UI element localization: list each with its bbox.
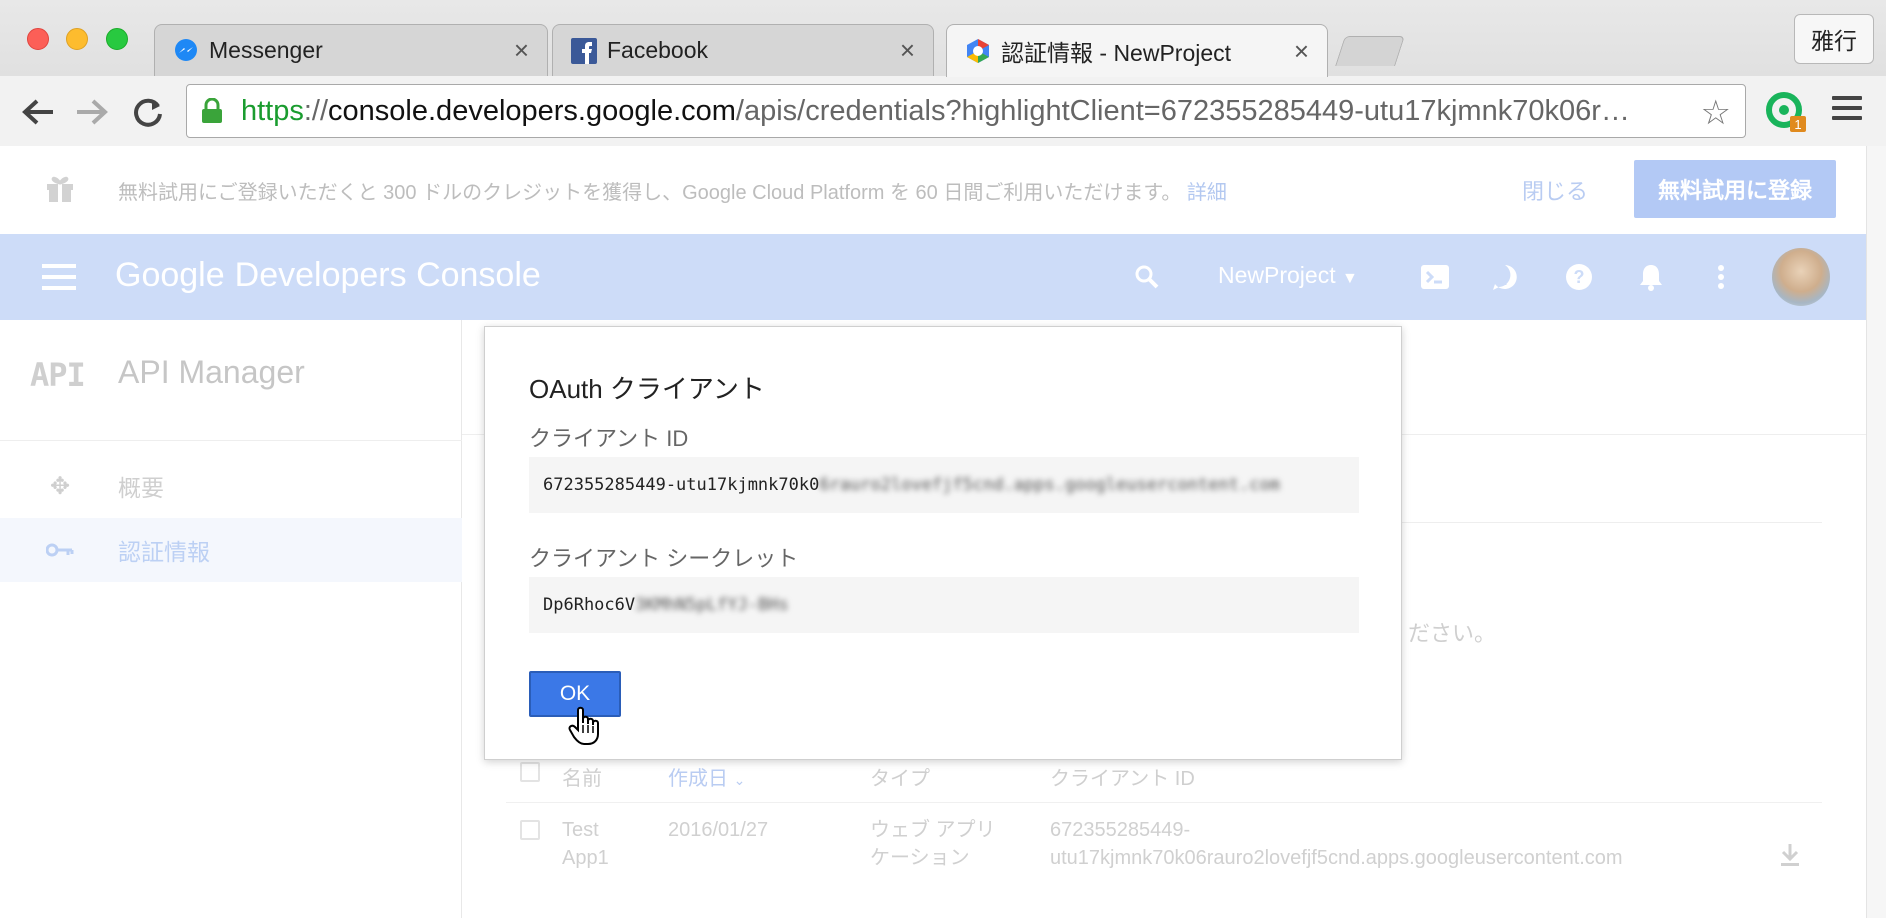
client-id-redacted: 6rauro2lovefjf5cnd.apps.googleuserconten… bbox=[819, 475, 1280, 495]
promo-text: 無料試用にご登録いただくと 300 ドルのクレジットを獲得し、Google Cl… bbox=[118, 182, 1227, 204]
client-secret-visible: Dp6Rhoc6V bbox=[543, 595, 636, 615]
table-cell-name[interactable]: Test App1 bbox=[562, 816, 609, 872]
promo-details-link[interactable]: 詳細 bbox=[1187, 182, 1227, 204]
feedback-icon[interactable] bbox=[1488, 260, 1522, 294]
tab-facebook[interactable]: Facebook × bbox=[552, 24, 934, 76]
promo-close-link[interactable]: 閉じる bbox=[1522, 174, 1588, 206]
close-tab-icon[interactable]: × bbox=[900, 35, 915, 66]
client-id-visible: 672355285449-utu17kjmnk70k0 bbox=[543, 475, 820, 495]
brand-product: Developers Console bbox=[234, 256, 541, 294]
google-cloud-icon bbox=[967, 39, 989, 63]
new-tab-button[interactable] bbox=[1335, 36, 1405, 66]
search-icon[interactable] bbox=[1130, 260, 1164, 294]
client-secret-field[interactable]: Dp6Rhoc6V 3KMhN5pLfYJ-BHs bbox=[529, 577, 1359, 633]
column-header-type: タイプ bbox=[870, 768, 930, 790]
extension-icon[interactable]: 1 bbox=[1766, 92, 1806, 132]
toolbar: https://console.developers.google.com/ap… bbox=[0, 76, 1886, 146]
column-header-client-id: クライアント ID bbox=[1050, 768, 1195, 790]
tab-label: Messenger bbox=[209, 37, 323, 63]
sidebar-title: API Manager bbox=[118, 354, 305, 390]
sidebar-item-credentials[interactable]: 認証情報 bbox=[0, 518, 462, 582]
sidebar-item-label: 認証情報 bbox=[118, 539, 210, 565]
oauth-client-dialog: OAuth クライアント クライアント ID 672355285449-utu1… bbox=[484, 326, 1402, 760]
url-path: /apis/credentials?highlightClient=672355… bbox=[735, 94, 1630, 127]
reload-icon[interactable] bbox=[128, 92, 168, 132]
api-logo: API bbox=[30, 356, 86, 394]
dialog-title: OAuth クライアント bbox=[529, 374, 765, 404]
project-selector[interactable]: NewProject ▼ bbox=[1218, 262, 1358, 289]
select-all-checkbox[interactable] bbox=[520, 762, 540, 782]
sidebar-divider bbox=[0, 440, 462, 441]
notifications-bell-icon[interactable] bbox=[1634, 260, 1668, 294]
overview-icon: ✥ bbox=[49, 472, 71, 500]
sidebar: API API Manager ✥ 概要 認証情報 bbox=[0, 320, 462, 918]
back-arrow-icon[interactable] bbox=[18, 92, 58, 132]
download-icon[interactable] bbox=[1778, 842, 1802, 868]
table-cell-client-id: 672355285449- utu17kjmnk70k06rauro2lovefj… bbox=[1050, 819, 1623, 869]
sidebar-item-label: 概要 bbox=[118, 475, 164, 501]
browser-menu-icon[interactable] bbox=[1832, 96, 1862, 126]
bookmark-star-icon[interactable]: ☆ bbox=[1701, 93, 1731, 133]
zoom-window-button[interactable] bbox=[106, 28, 128, 50]
minimize-window-button[interactable] bbox=[66, 28, 88, 50]
close-tab-icon[interactable]: × bbox=[514, 35, 529, 66]
column-header-created[interactable]: 作成日 ⌄ bbox=[668, 762, 745, 791]
sort-chevron-icon: ⌄ bbox=[733, 772, 746, 788]
close-tab-icon[interactable]: × bbox=[1294, 36, 1309, 67]
column-header-name: 名前 bbox=[562, 768, 602, 790]
url-separator: :// bbox=[303, 94, 329, 127]
more-vert-icon[interactable] bbox=[1704, 260, 1738, 294]
messenger-icon bbox=[175, 38, 197, 61]
facebook-icon bbox=[571, 37, 597, 64]
table-cell-created: 2016/01/27 bbox=[668, 819, 769, 841]
client-id-field[interactable]: 672355285449-utu17kjmnk70k0 6rauro2lovefj… bbox=[529, 457, 1359, 513]
tab-messenger[interactable]: Messenger × bbox=[154, 24, 548, 76]
profile-button[interactable]: 雅行 bbox=[1794, 14, 1874, 64]
key-icon bbox=[40, 536, 80, 564]
hamburger-menu-icon[interactable] bbox=[42, 264, 76, 290]
url-scheme: https bbox=[241, 94, 304, 127]
product-title: Google Developers Console bbox=[115, 256, 541, 295]
hand-cursor-icon bbox=[568, 706, 599, 745]
svg-text:1: 1 bbox=[1794, 117, 1801, 132]
cloud-shell-icon[interactable] bbox=[1418, 260, 1452, 294]
browser-chrome: Messenger × Facebook × 認証情報 - NewProject… bbox=[0, 0, 1886, 146]
forward-arrow-icon[interactable] bbox=[72, 92, 112, 132]
help-icon[interactable]: ? bbox=[1562, 260, 1596, 294]
brand-google: Google bbox=[115, 256, 225, 294]
address-bar[interactable]: https://console.developers.google.com/ap… bbox=[186, 84, 1746, 138]
row-checkbox[interactable] bbox=[520, 820, 540, 840]
svg-text:?: ? bbox=[1574, 267, 1585, 287]
app-bar: Google Developers Console NewProject ▼ ? bbox=[0, 234, 1866, 320]
tab-label: 認証情報 - NewProject bbox=[1001, 40, 1232, 66]
client-secret-label: クライアント シークレット bbox=[529, 546, 799, 571]
client-id-label: クライアント ID bbox=[529, 426, 689, 451]
promo-banner: 無料試用にご登録いただくと 300 ドルのクレジットを獲得し、Google Cl… bbox=[0, 146, 1866, 234]
url-host: console.developers.google.com bbox=[328, 94, 736, 127]
close-window-button[interactable] bbox=[27, 28, 49, 50]
lock-icon bbox=[202, 98, 222, 123]
page-scrollbar[interactable] bbox=[1866, 146, 1886, 918]
client-secret-redacted: 3KMhN5pLfYJ-BHs bbox=[635, 595, 789, 615]
background-hint-text: ください。 bbox=[1386, 621, 1497, 646]
tab-credentials[interactable]: 認証情報 - NewProject × bbox=[946, 24, 1328, 77]
gift-icon bbox=[47, 176, 73, 202]
chevron-down-icon: ▼ bbox=[1342, 270, 1358, 287]
table-header-divider bbox=[506, 802, 1822, 803]
table-cell-type: ウェブ アプリ ケーション bbox=[870, 819, 996, 869]
free-trial-signup-button[interactable]: 無料試用に登録 bbox=[1634, 160, 1836, 218]
sidebar-item-overview[interactable]: ✥ 概要 bbox=[0, 454, 462, 518]
avatar[interactable] bbox=[1772, 248, 1830, 306]
tab-label: Facebook bbox=[607, 37, 709, 63]
